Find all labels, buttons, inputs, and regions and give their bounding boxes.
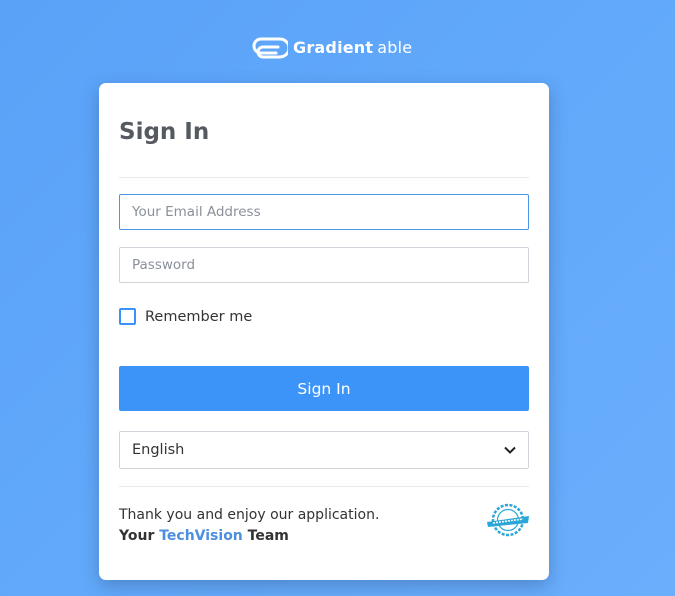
footer-message: Thank you and enjoy our application. You… xyxy=(119,505,379,547)
logo-name-light: able xyxy=(377,38,413,57)
remember-me-checkbox[interactable] xyxy=(119,308,136,325)
footer-thanks-text: Thank you and enjoy our application. xyxy=(119,507,380,523)
app-logo: Gradient able xyxy=(250,34,412,62)
page-title: Sign In xyxy=(119,119,210,145)
sign-in-card: Sign In Remember me Sign In English Than… xyxy=(99,83,549,580)
email-input[interactable] xyxy=(119,194,529,230)
footer-divider xyxy=(119,486,529,487)
title-divider xyxy=(119,177,529,178)
footer-your: Your xyxy=(119,528,155,544)
language-select[interactable]: English xyxy=(119,431,529,469)
app-logo-text: Gradient able xyxy=(293,40,412,56)
chevron-down-icon xyxy=(504,444,516,456)
language-select-value: English xyxy=(132,442,185,458)
paperclip-logo-icon xyxy=(250,35,288,61)
logo-name-strong: Gradient xyxy=(293,38,374,57)
footer-team: Team xyxy=(247,528,289,544)
remember-me-control[interactable]: Remember me xyxy=(119,308,252,325)
sign-in-button[interactable]: Sign In xyxy=(119,366,529,411)
password-input[interactable] xyxy=(119,247,529,283)
footer-signature: Your TechVision Team xyxy=(119,526,379,547)
techvision-stamp-icon xyxy=(485,501,531,539)
footer-brand-name: TechVision xyxy=(159,528,243,544)
remember-me-label[interactable]: Remember me xyxy=(145,309,252,325)
